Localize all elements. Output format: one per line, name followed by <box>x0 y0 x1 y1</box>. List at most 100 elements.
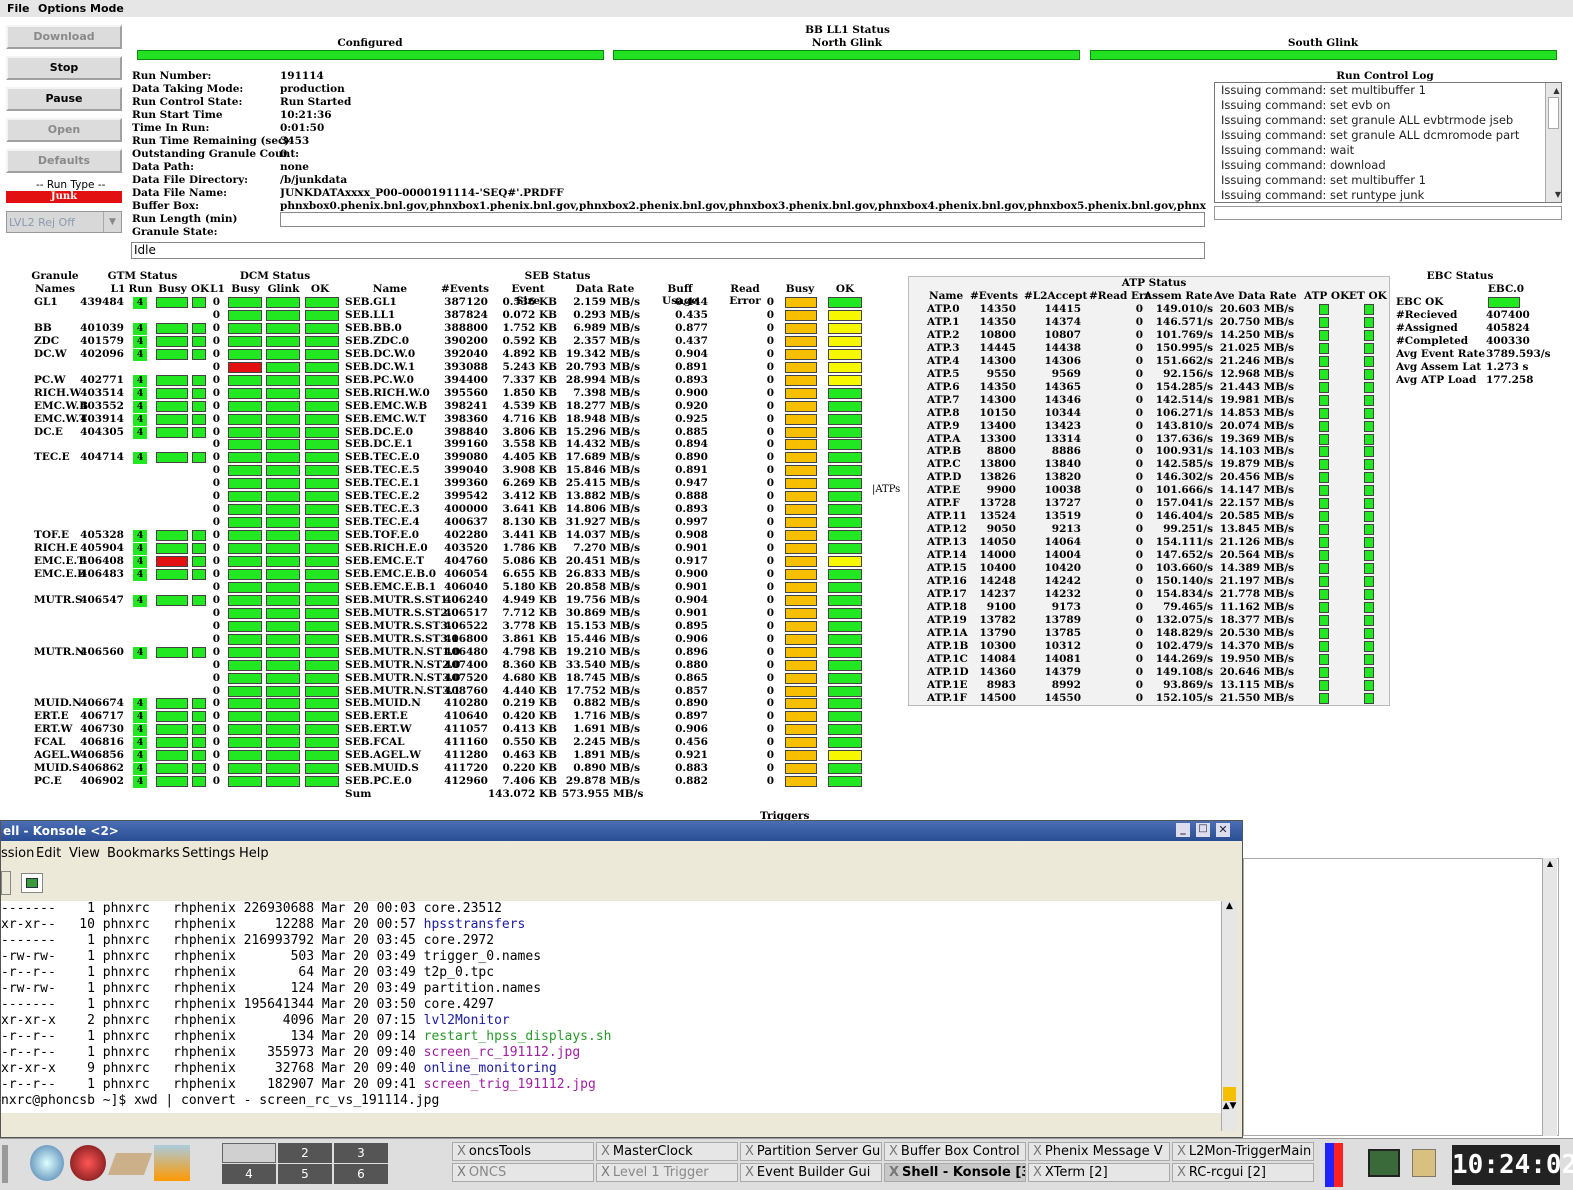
scroll-up-icon[interactable]: ▲ <box>1543 858 1557 868</box>
open-button[interactable]: Open <box>6 118 122 142</box>
run-control-log[interactable]: Issuing command: set multibuffer 1 Issuin… <box>1214 82 1562 203</box>
seb-buff-usage: 0.456 <box>675 736 708 749</box>
task-button-top[interactable]: X MasterClock <box>596 1142 738 1161</box>
pager-page-4[interactable]: 4 <box>222 1164 276 1184</box>
task-button-top[interactable]: XoncsTools <box>452 1142 594 1161</box>
scroll-down-icon[interactable]: ▲▼ <box>1222 1101 1237 1111</box>
seb-events: 388800 <box>444 321 488 334</box>
system-monitor-icon[interactable] <box>1325 1143 1343 1187</box>
pager-page-1[interactable] <box>222 1143 276 1163</box>
atp-assem-rate: 146.404/s <box>1155 510 1213 523</box>
menu-help[interactable]: Help <box>239 846 269 861</box>
maximize-icon[interactable]: □ <box>1196 823 1210 837</box>
close-icon[interactable]: ✕ <box>1216 823 1230 837</box>
browser-icon[interactable] <box>30 1145 64 1181</box>
seb-data-rate: 33.540 MB/s <box>565 658 640 671</box>
atp-name: ATP.4 <box>927 354 960 367</box>
log-scrollbar[interactable]: ▲ ▼ <box>1545 83 1561 202</box>
stop-button[interactable]: Stop <box>6 56 122 80</box>
konsole-titlebar[interactable]: ell - Konsole <2> _ □ ✕ <box>1 821 1242 841</box>
run-info-label[interactable]: Granule State: <box>132 226 218 238</box>
terminal-icon[interactable] <box>1368 1149 1400 1177</box>
seb-ok-cell <box>828 607 862 619</box>
gtm-busy-cell <box>156 335 188 347</box>
run-info-label[interactable]: Run Number: <box>132 70 211 82</box>
defaults-button[interactable]: Defaults <box>6 149 122 173</box>
run-info-label[interactable]: Run Control State: <box>132 96 242 108</box>
minimize-icon[interactable]: _ <box>1176 823 1190 837</box>
granule-name: MUID.S <box>34 762 80 775</box>
scroll-up-icon[interactable]: ▲ <box>1222 901 1237 911</box>
log-scroll-thumb[interactable] <box>1548 97 1559 129</box>
configured-bar <box>137 50 604 60</box>
konsole-scrollbar[interactable]: ▲ ▲▼ <box>1221 901 1237 1131</box>
run-info-label[interactable]: Time In Run: <box>132 122 209 134</box>
scroll-up-icon[interactable]: ▲ <box>1549 83 1561 98</box>
download-button[interactable]: Download <box>6 25 122 49</box>
menu-bookmarks[interactable]: Bookmarks <box>107 846 180 861</box>
gtm-ok-cell <box>192 413 206 425</box>
seb-busy-cell <box>785 594 817 606</box>
gtm-busy-header: Busy <box>158 283 187 295</box>
task-button-bottom[interactable]: X Event Builder Gui <box>740 1163 882 1182</box>
pause-button[interactable]: Pause <box>6 87 122 111</box>
terminal-line-prefix: -r--r-- 1 phnxrc rhphenix 182907 Mar 20 … <box>1 1077 424 1092</box>
konsole-scroll-thumb[interactable] <box>1223 1087 1236 1101</box>
triggers-scrollbar[interactable]: ▲ <box>1542 858 1557 1136</box>
menu-options[interactable]: Options <box>38 2 86 15</box>
menu-session[interactable]: ssion <box>1 846 34 861</box>
menu-edit[interactable]: Edit <box>36 846 61 861</box>
run-info-label[interactable]: Run Length (min) <box>132 213 238 225</box>
run-info-label[interactable]: Outstanding Granule Count: <box>132 148 299 160</box>
pager-page-6[interactable]: 6 <box>334 1164 388 1184</box>
task-button-bottom[interactable]: X Shell - Konsole [3] <box>884 1163 1026 1182</box>
run-info-label[interactable]: Data Taking Mode: <box>132 83 243 95</box>
task-button-top[interactable]: X Buffer Box Control <box>884 1142 1026 1161</box>
dcm-busy-cell <box>228 568 262 580</box>
seb-event-size: 5.086 KB <box>502 555 557 567</box>
run-length-input[interactable] <box>280 212 1205 227</box>
run-info-label[interactable]: Data Path: <box>132 161 194 173</box>
new-session-icon[interactable] <box>21 873 43 893</box>
menu-mode[interactable]: Mode <box>90 2 124 15</box>
scroll-down-icon[interactable]: ▼ <box>1549 187 1561 202</box>
clipboard-icon[interactable] <box>1412 1149 1436 1177</box>
task-button-bottom[interactable]: X XTerm [2] <box>1028 1163 1170 1182</box>
seb-sum-size: 143.072 KB <box>487 788 557 801</box>
gtm-busy-cell <box>156 322 188 334</box>
seb-buff-usage: 0.925 <box>675 412 708 425</box>
run-info-label[interactable]: Run Time Remaining (sec) <box>132 135 289 147</box>
pager-page-5[interactable]: 5 <box>278 1164 332 1184</box>
menu-settings[interactable]: Settings <box>182 846 235 861</box>
task-button-bottom[interactable]: X RC-rcgui [2] <box>1172 1163 1314 1182</box>
mozilla-icon[interactable] <box>70 1145 106 1181</box>
pager-page-2[interactable]: 2 <box>278 1143 332 1163</box>
menu-file[interactable]: File <box>7 2 30 15</box>
gtm-ok-cell <box>192 452 206 464</box>
gtm-ok-cell <box>192 335 206 347</box>
terminal-line-prefix: xr-xr-x 2 phnxrc rhphenix 4096 Mar 20 07… <box>1 1013 424 1028</box>
seb-read-error: 0 <box>766 671 774 684</box>
run-info-label[interactable]: Data File Directory: <box>132 174 248 186</box>
command-input[interactable] <box>1214 206 1562 220</box>
lvl2-select[interactable]: LVL2 Rej Off ▼ <box>6 211 122 233</box>
seb-read-error: 0 <box>766 658 774 671</box>
konsole-tab-toggle[interactable] <box>1 871 11 895</box>
task-button-top[interactable]: X Phenix Message V <box>1028 1142 1170 1161</box>
seb-ok-cell <box>828 568 862 580</box>
run-info-label[interactable]: Data File Name: <box>132 187 227 199</box>
mail-icon[interactable] <box>107 1153 153 1175</box>
task-button-bottom[interactable]: X Level 1 Trigger <box>596 1163 738 1182</box>
chevron-down-icon[interactable]: ▼ <box>103 212 121 232</box>
konsole-terminal[interactable]: ------- 1 phnxrc rhphenix 226930688 Mar … <box>1 901 1221 1113</box>
pager-page-3[interactable]: 3 <box>334 1143 388 1163</box>
seb-busy-cell <box>785 724 817 736</box>
menu-view[interactable]: View <box>69 846 100 861</box>
task-button-bottom[interactable]: X ONCS <box>452 1163 594 1182</box>
run-info-label[interactable]: Buffer Box: <box>132 200 199 212</box>
task-button-top[interactable]: X L2Mon-TriggerMain <box>1172 1142 1314 1161</box>
task-button-top[interactable]: X Partition Server Gui <box>740 1142 882 1161</box>
launcher-handle[interactable] <box>2 1145 8 1183</box>
office-icon[interactable] <box>154 1145 190 1181</box>
run-info-label[interactable]: Run Start Time <box>132 109 223 121</box>
